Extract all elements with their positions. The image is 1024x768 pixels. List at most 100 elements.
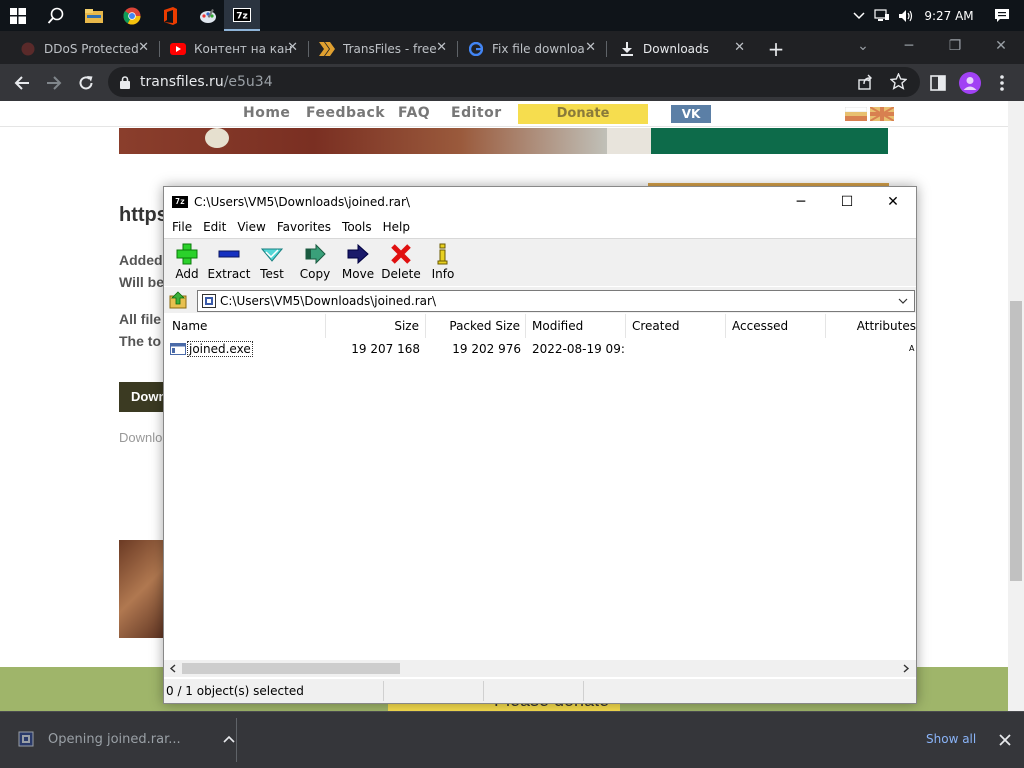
kebab-menu-icon[interactable] [988, 69, 1016, 97]
status-section-2 [384, 681, 484, 701]
tab-close-icon[interactable]: ✕ [287, 40, 298, 55]
restore-icon[interactable]: ❐ [932, 31, 978, 61]
taskbar-file-explorer[interactable] [76, 0, 112, 31]
column-header-created[interactable]: Created [626, 314, 726, 338]
move-button[interactable]: Move [335, 243, 381, 285]
7zip-icon: 7z [233, 7, 251, 22]
page-scrollbar-thumb[interactable] [1010, 301, 1022, 581]
nav-faq-link[interactable]: FAQ [398, 105, 430, 121]
file-size-cell: 19 207 168 [351, 342, 420, 356]
column-header-packed-size[interactable]: Packed Size [426, 314, 526, 338]
taskbar-7zip[interactable]: 7z [224, 0, 260, 31]
back-arrow-icon[interactable] [8, 69, 36, 97]
status-section-3 [484, 681, 584, 701]
table-row[interactable]: joined.exe 19 207 168 19 202 976 2022-08… [164, 340, 916, 358]
scroll-left-icon[interactable] [169, 664, 176, 673]
share-icon[interactable] [858, 74, 874, 90]
column-header-size[interactable]: Size [326, 314, 426, 338]
network-icon[interactable] [870, 8, 894, 23]
exe-file-icon [170, 343, 186, 355]
add-button[interactable]: Add [164, 243, 210, 285]
nav-editor-link[interactable]: Editor [451, 105, 502, 121]
extract-button[interactable]: Extract [206, 243, 252, 285]
close-icon[interactable]: ✕ [978, 31, 1024, 61]
status-section-4 [584, 681, 684, 701]
column-header-attributes[interactable]: Attributes [826, 314, 916, 338]
7zip-menubar: File Edit View Favorites Tools Help [164, 217, 916, 237]
clock[interactable]: 9:27 AM [918, 9, 980, 23]
menu-file[interactable]: File [172, 220, 192, 234]
nav-home-link[interactable]: Home [243, 105, 290, 121]
russian-flag-icon[interactable] [845, 107, 867, 121]
7zip-status-bar: 0 / 1 object(s) selected [164, 679, 916, 703]
close-shelf-icon[interactable] [999, 734, 1011, 746]
menu-view[interactable]: View [237, 220, 265, 234]
7zip-path-field[interactable]: C:\Users\VM5\Downloads\joined.rar\ [197, 290, 915, 312]
tab-close-icon[interactable]: ✕ [734, 40, 745, 55]
header-green-banner [651, 128, 888, 154]
7zip-maximize-icon[interactable]: ☐ [824, 187, 870, 217]
7zip-horizontal-scrollbar[interactable] [164, 660, 916, 677]
tab-close-icon[interactable]: ✕ [585, 40, 596, 55]
tab-close-icon[interactable]: ✕ [436, 40, 447, 55]
copy-button[interactable]: Copy [292, 243, 338, 285]
selection-status: 0 / 1 object(s) selected [164, 681, 384, 701]
donate-button[interactable]: Donate [518, 104, 648, 124]
start-button[interactable] [0, 0, 36, 31]
taskbar-paint[interactable] [190, 0, 226, 31]
chevron-down-icon[interactable] [898, 298, 908, 304]
menu-favorites[interactable]: Favorites [277, 220, 331, 234]
download-link-text[interactable]: Downlo [119, 430, 162, 445]
search-button[interactable] [38, 0, 74, 31]
minimize-icon[interactable]: ─ [886, 31, 932, 61]
7zip-close-icon[interactable]: ✕ [870, 187, 916, 217]
7zip-titlebar[interactable]: 7z C:\Users\VM5\Downloads\joined.rar\ ─ … [164, 187, 916, 217]
minus-icon [218, 250, 240, 258]
folder-up-icon[interactable] [169, 291, 187, 309]
delete-x-icon [391, 244, 411, 264]
download-item-label: Opening joined.rar... [48, 731, 181, 747]
horizontal-scroll-thumb[interactable] [182, 663, 400, 674]
info-button[interactable]: Info [420, 243, 466, 285]
action-center-icon[interactable] [980, 8, 1024, 24]
download-favicon-icon [619, 41, 635, 57]
archive-icon [202, 294, 216, 308]
windows-logo-icon [10, 7, 26, 24]
column-header-accessed[interactable]: Accessed [726, 314, 826, 338]
tab-search-chevron-icon[interactable]: ⌄ [840, 31, 886, 61]
nav-feedback-link[interactable]: Feedback [306, 105, 385, 121]
chevron-up-icon[interactable] [848, 11, 870, 20]
scroll-right-icon[interactable] [903, 664, 910, 673]
show-all-link[interactable]: Show all [926, 732, 976, 746]
forward-arrow-icon[interactable] [40, 69, 68, 97]
tab-ddos-protected[interactable]: DDoS Protected ✕ [2, 34, 159, 64]
tab-google-search[interactable]: Fix file downloa ✕ [458, 34, 606, 64]
side-panel-icon[interactable] [924, 69, 952, 97]
menu-edit[interactable]: Edit [203, 220, 226, 234]
test-button[interactable]: Test [249, 243, 295, 285]
tab-close-icon[interactable]: ✕ [138, 40, 149, 55]
tab-downloads[interactable]: Downloads ✕ [607, 34, 755, 64]
volume-icon[interactable] [894, 9, 918, 23]
address-bar[interactable]: transfiles.ru/e5u34 [108, 67, 920, 97]
tab-transfiles[interactable]: TransFiles - free ✕ [309, 34, 457, 64]
bookmark-star-icon[interactable] [890, 73, 907, 90]
column-header-name[interactable]: Name [164, 314, 326, 338]
download-shelf-divider [236, 718, 237, 762]
download-item[interactable]: Opening joined.rar... [18, 731, 235, 747]
delete-button[interactable]: Delete [378, 243, 424, 285]
youtube-favicon-icon [170, 41, 186, 57]
new-tab-plus-icon[interactable]: + [764, 37, 788, 61]
vk-button[interactable]: VK [671, 105, 711, 123]
uk-flag-icon[interactable] [870, 107, 894, 121]
chevron-up-icon[interactable] [223, 735, 235, 743]
taskbar-chrome[interactable] [114, 0, 150, 31]
7zip-minimize-icon[interactable]: ─ [778, 187, 824, 217]
reload-icon[interactable] [72, 69, 100, 97]
profile-avatar[interactable] [956, 69, 984, 97]
menu-help[interactable]: Help [383, 220, 410, 234]
tab-youtube[interactable]: Контент на кан ✕ [160, 34, 308, 64]
menu-tools[interactable]: Tools [342, 220, 372, 234]
taskbar-office[interactable] [152, 0, 188, 31]
column-header-modified[interactable]: Modified [526, 314, 626, 338]
